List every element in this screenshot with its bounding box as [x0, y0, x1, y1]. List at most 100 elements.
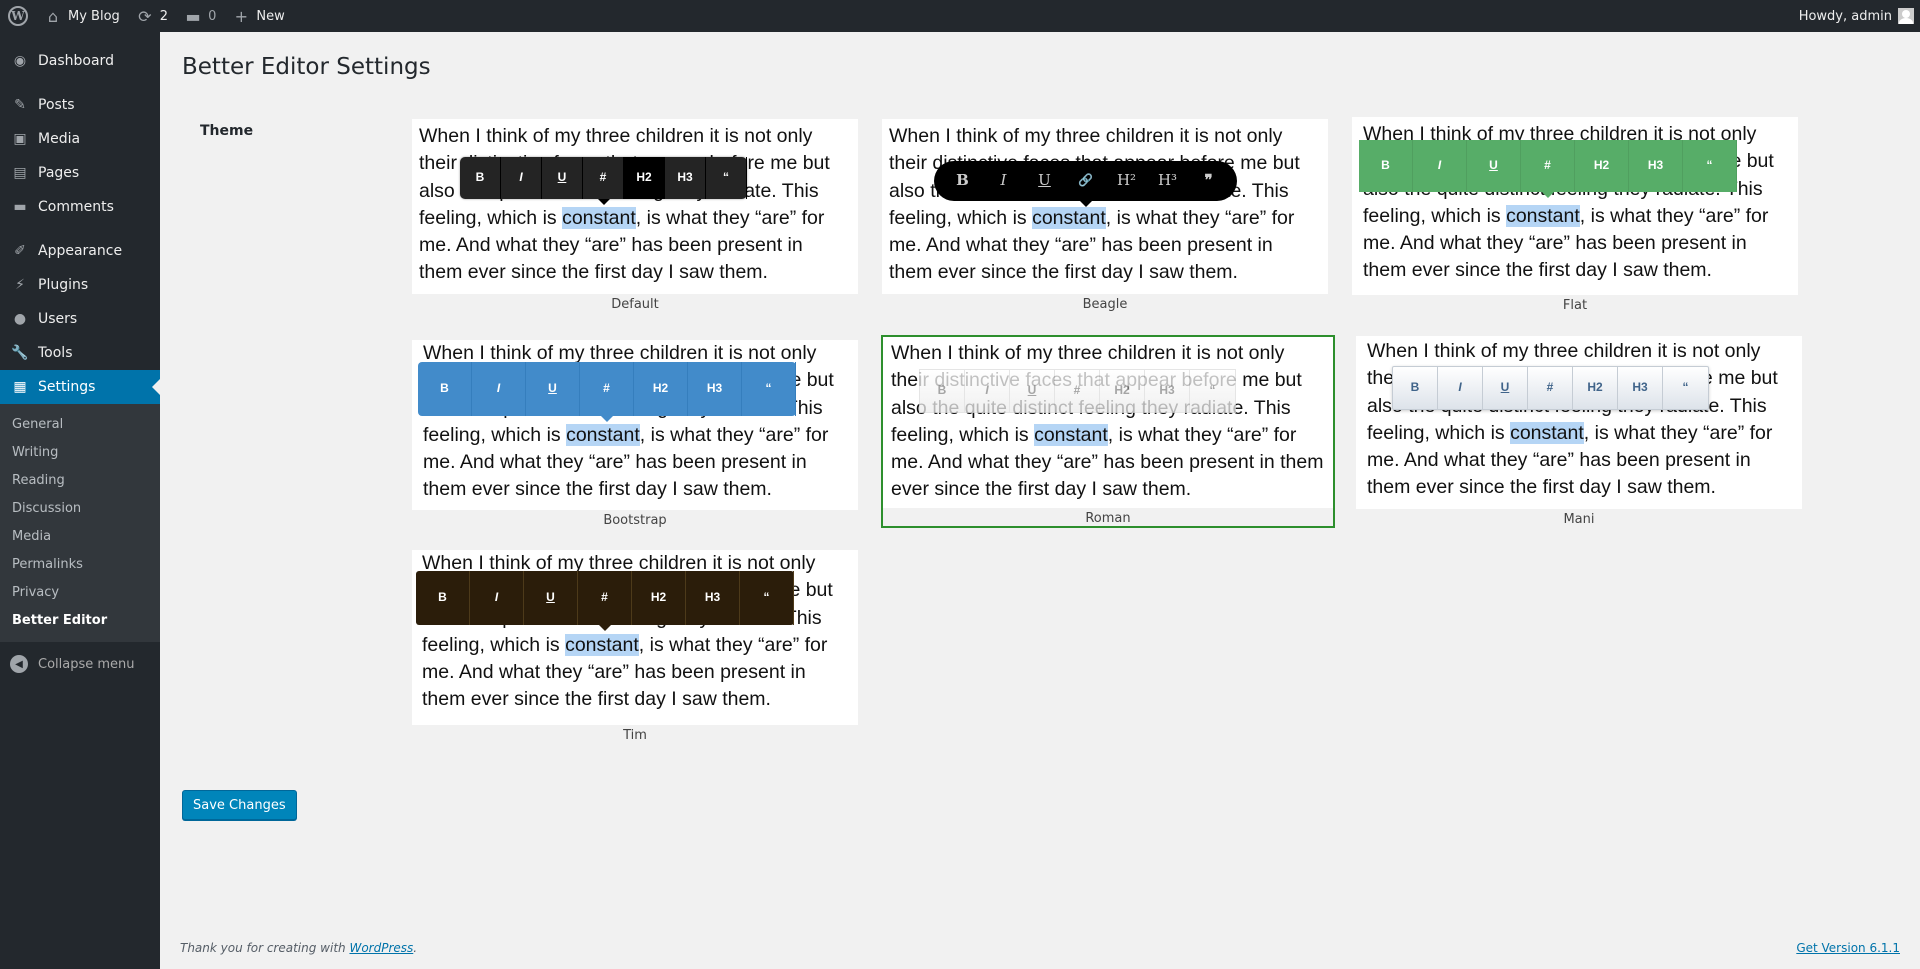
submenu-item-media[interactable]: Media [0, 522, 160, 550]
underline-button[interactable]: U [526, 362, 580, 416]
theme-option-beagle[interactable]: When I think of my three children it is … [882, 119, 1328, 312]
bold-button[interactable]: B [942, 161, 983, 201]
underline-button[interactable]: U [542, 157, 583, 199]
h2-button[interactable]: H2 [624, 157, 665, 199]
h3-button[interactable]: H³ [1147, 161, 1188, 201]
toolbar-arrow [597, 199, 610, 205]
anchor-button[interactable]: # [578, 571, 632, 625]
admin-bar: W ⌂ My Blog ⟳ 2 ▬ 0 + New Howdy, admin [0, 0, 1920, 32]
submenu-item-general[interactable]: General [0, 410, 160, 438]
bold-button[interactable]: B [1359, 140, 1413, 192]
underline-button[interactable]: U [524, 571, 578, 625]
version-link[interactable]: Get Version 6.1.1 [1796, 941, 1900, 955]
theme-option-tim[interactable]: When I think of my three children it is … [412, 550, 858, 743]
italic-button[interactable]: I [472, 362, 526, 416]
quote-button[interactable]: “ [1190, 370, 1235, 412]
submenu-item-discussion[interactable]: Discussion [0, 494, 160, 522]
sidebar-item-settings[interactable]: ▦ Settings [0, 370, 160, 404]
theme-option-bootstrap[interactable]: When I think of my three children it is … [412, 340, 858, 528]
avatar [1898, 8, 1914, 24]
submenu-item-permalinks[interactable]: Permalinks [0, 550, 160, 578]
underline-button[interactable]: U [1010, 370, 1055, 412]
page-title: Better Editor Settings [182, 54, 431, 80]
h3-button[interactable]: H3 [686, 571, 740, 625]
save-changes-button[interactable]: Save Changes [182, 790, 297, 820]
h2-button[interactable]: H2 [1573, 367, 1618, 409]
theme-option-roman[interactable]: When I think of my three children it is … [881, 335, 1335, 528]
anchor-button[interactable]: # [1055, 370, 1100, 412]
theme-option-flat[interactable]: When I think of my three children it is … [1352, 117, 1798, 313]
h3-button[interactable]: H3 [1629, 140, 1683, 192]
submenu-item-writing[interactable]: Writing [0, 438, 160, 466]
anchor-button[interactable]: # [1528, 367, 1573, 409]
updates-icon: ⟳ [138, 6, 152, 26]
sidebar-item-pages[interactable]: ▤ Pages [0, 156, 160, 190]
comment-bubble-icon: ▬ [185, 6, 201, 26]
h2-button[interactable]: H2 [1100, 370, 1145, 412]
quote-button[interactable]: “ [1683, 140, 1737, 192]
bold-button[interactable]: B [1393, 367, 1438, 409]
italic-button[interactable]: I [1413, 140, 1467, 192]
italic-button[interactable]: I [965, 370, 1010, 412]
italic-button[interactable]: I [983, 161, 1024, 201]
h3-button[interactable]: H3 [1145, 370, 1190, 412]
new-content-link[interactable]: + New [224, 0, 292, 32]
home-icon: ⌂ [47, 6, 59, 26]
bold-button[interactable]: B [460, 157, 501, 199]
brush-icon: ✐ [14, 243, 26, 259]
h3-button[interactable]: H3 [665, 157, 706, 199]
mani-toolbar: B I U # H2 H3 “ [1392, 366, 1709, 410]
italic-button[interactable]: I [1438, 367, 1483, 409]
sidebar-item-appearance[interactable]: ✐ Appearance [0, 234, 160, 268]
sidebar-item-comments[interactable]: ▬ Comments [0, 190, 160, 224]
anchor-button[interactable]: # [580, 362, 634, 416]
sidebar-item-dashboard[interactable]: ◉ Dashboard [0, 44, 160, 78]
h2-button[interactable]: H2 [634, 362, 688, 416]
wrench-icon: 🔧 [11, 345, 29, 361]
bold-button[interactable]: B [416, 571, 470, 625]
theme-option-default[interactable]: When I think of my three children it is … [412, 119, 858, 312]
submenu-item-better-editor[interactable]: Better Editor [0, 606, 160, 634]
anchor-button[interactable]: # [1521, 140, 1575, 192]
link-icon[interactable]: 🔗 [1065, 161, 1106, 201]
sidebar-item-media[interactable]: ▣ Media [0, 122, 160, 156]
h2-button[interactable]: H2 [632, 571, 686, 625]
sidebar-item-tools[interactable]: 🔧 Tools [0, 336, 160, 370]
underline-button[interactable]: U [1467, 140, 1521, 192]
comments-link[interactable]: ▬ 0 [176, 0, 224, 32]
h2-button[interactable]: H² [1106, 161, 1147, 201]
bold-button[interactable]: B [920, 370, 965, 412]
quote-icon[interactable]: ❞ [1188, 161, 1229, 201]
theme-sample: When I think of my three children it is … [412, 340, 858, 510]
comments-count: 0 [208, 8, 217, 24]
italic-button[interactable]: I [470, 571, 524, 625]
submenu-item-reading[interactable]: Reading [0, 466, 160, 494]
wordpress-logo-icon[interactable]: W [0, 0, 36, 32]
h2-button[interactable]: H2 [1575, 140, 1629, 192]
bootstrap-toolbar: B I U # H2 H3 “ [418, 362, 796, 422]
theme-option-mani[interactable]: When I think of my three children it is … [1356, 336, 1802, 527]
quote-button[interactable]: “ [1663, 367, 1708, 409]
sidebar-item-plugins[interactable]: ⚡ Plugins [0, 268, 160, 302]
highlighted-word: constant [566, 423, 640, 446]
my-account-link[interactable]: Howdy, admin [1791, 0, 1920, 32]
bold-button[interactable]: B [418, 362, 472, 416]
quote-button[interactable]: “ [742, 362, 796, 416]
sidebar-item-users[interactable]: ● Users [0, 302, 160, 336]
theme-caption: Beagle [1082, 297, 1128, 312]
underline-button[interactable]: U [1483, 367, 1528, 409]
h3-button[interactable]: H3 [688, 362, 742, 416]
wordpress-link[interactable]: WordPress [349, 941, 413, 955]
sidebar-item-posts[interactable]: ✎ Posts [0, 88, 160, 122]
h3-button[interactable]: H3 [1618, 367, 1663, 409]
underline-button[interactable]: U [1024, 161, 1065, 201]
site-name-link[interactable]: ⌂ My Blog [36, 0, 128, 32]
collapse-menu-button[interactable]: ◀ Collapse menu [0, 646, 160, 682]
submenu-item-privacy[interactable]: Privacy [0, 578, 160, 606]
highlighted-word: constant [1510, 421, 1584, 444]
quote-button[interactable]: “ [740, 571, 794, 625]
quote-button[interactable]: “ [706, 157, 747, 199]
updates-link[interactable]: ⟳ 2 [128, 0, 176, 32]
italic-button[interactable]: I [501, 157, 542, 199]
anchor-button[interactable]: # [583, 157, 624, 199]
